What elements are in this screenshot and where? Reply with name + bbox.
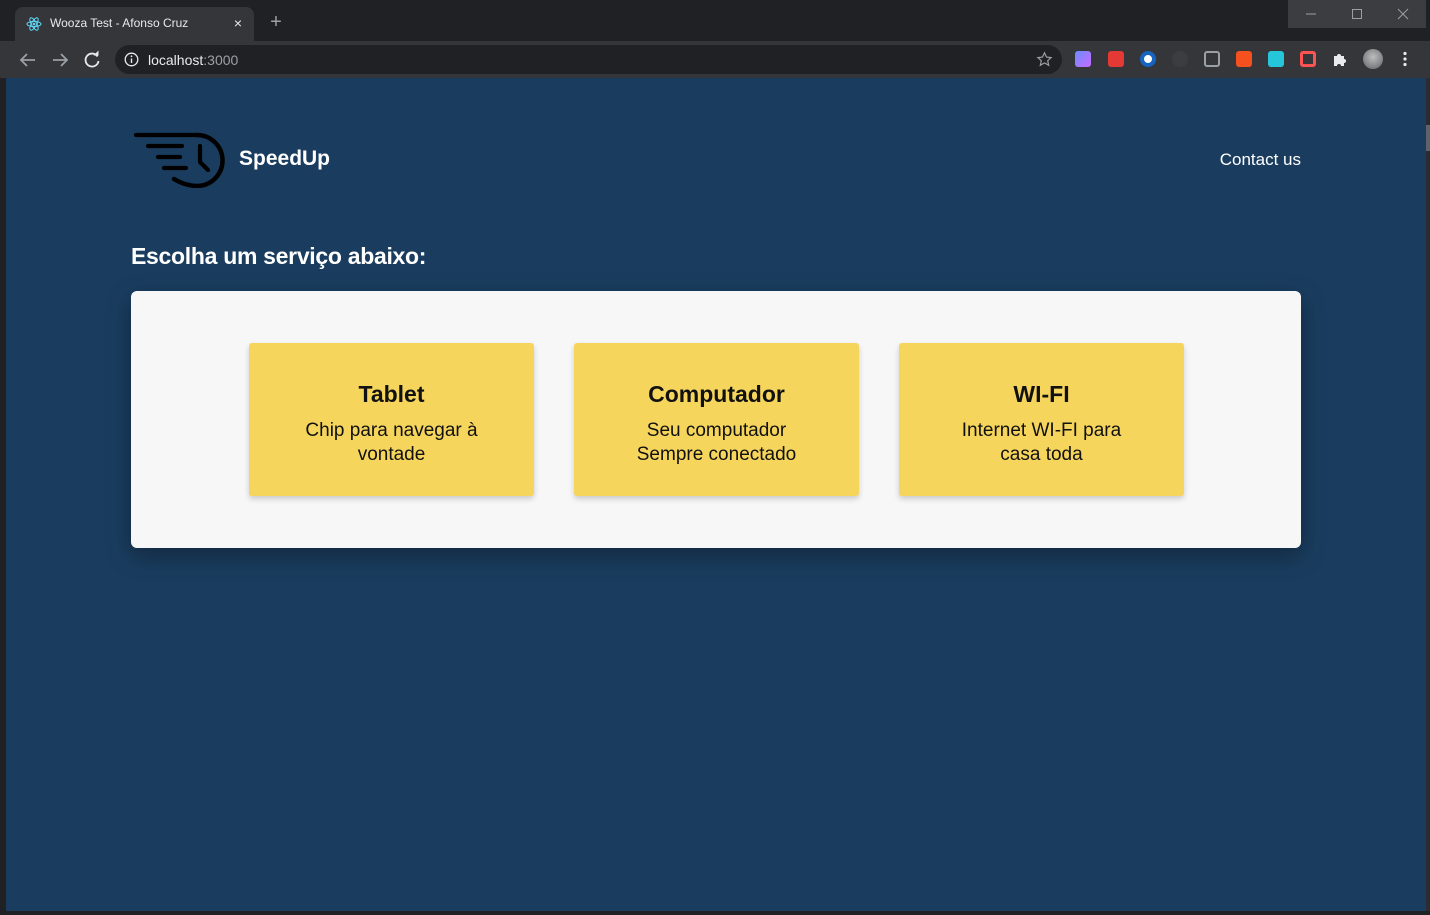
service-card-description: Seu computador Sempre conectado — [636, 420, 797, 465]
minimize-button[interactable] — [1288, 0, 1334, 28]
services-panel: Tablet Chip para navegar à vontade Compu… — [131, 291, 1301, 548]
avatar[interactable] — [1363, 49, 1383, 69]
tab-title: Wooza Test - Afonso Cruz — [50, 16, 189, 30]
scrollbar-thumb[interactable] — [1426, 125, 1430, 151]
react-icon — [26, 17, 42, 31]
service-card-title: WI-FI — [1013, 381, 1070, 407]
new-tab-button[interactable]: + — [266, 12, 286, 32]
speed-clock-logo-icon — [134, 132, 225, 188]
purple-ext-icon[interactable] — [1075, 51, 1091, 67]
bookmark-star-icon[interactable] — [1036, 51, 1053, 68]
service-card-tablet[interactable]: Tablet Chip para navegar à vontade — [249, 343, 534, 496]
close-window-button[interactable] — [1380, 0, 1426, 28]
url-host: localhost — [148, 52, 204, 68]
url-text: localhost:3000 — [148, 52, 238, 68]
code-ext-icon[interactable] — [1204, 51, 1220, 67]
browser-tab[interactable]: Wooza Test - Afonso Cruz × — [15, 7, 254, 41]
puzzle-icon[interactable] — [1332, 51, 1348, 67]
maximize-button[interactable] — [1334, 0, 1380, 28]
service-card-title: Tablet — [358, 381, 425, 407]
tab-close-icon[interactable]: × — [229, 14, 247, 32]
browser-menu-icon[interactable] — [1396, 50, 1414, 68]
reload-icon[interactable] — [81, 49, 103, 71]
site-info-icon[interactable] — [124, 52, 139, 67]
p-ext-icon[interactable] — [1300, 51, 1316, 67]
service-card-computador[interactable]: Computador Seu computador Sempre conecta… — [574, 343, 859, 496]
close-window-icon — [1397, 8, 1409, 20]
minimize-icon — [1306, 13, 1316, 15]
url-port: :3000 — [203, 52, 239, 68]
service-card-title: Computador — [648, 381, 785, 407]
off-badge-ext-icon[interactable] — [1236, 51, 1252, 67]
contact-us-link[interactable]: Contact us — [1220, 150, 1301, 170]
back-arrow-icon[interactable] — [17, 49, 39, 71]
gray-ext-icon[interactable] — [1172, 51, 1188, 67]
service-card-description: Internet WI-FI para casa toda — [961, 420, 1122, 465]
page-scrollbar[interactable] — [1426, 78, 1430, 911]
browser-titlebar: Wooza Test - Afonso Cruz × + — [0, 0, 1430, 41]
address-bar[interactable]: localhost:3000 — [115, 45, 1062, 74]
forward-arrow-icon[interactable] — [49, 49, 71, 71]
red-ext-icon[interactable] — [1108, 51, 1124, 67]
service-card-description: Chip para navegar à vontade — [305, 420, 478, 465]
window-bottom-edge — [0, 911, 1430, 915]
blue-circle-ext-icon[interactable] — [1140, 51, 1156, 67]
teal-ext-icon[interactable] — [1268, 51, 1284, 67]
brand-name: SpeedUp — [239, 147, 331, 170]
browser-toolbar: localhost:3000 — [0, 41, 1430, 78]
service-card-wifi[interactable]: WI-FI Internet WI-FI para casa toda — [899, 343, 1184, 496]
maximize-icon — [1352, 9, 1362, 19]
page-heading: Escolha um serviço abaixo: — [131, 243, 427, 269]
page-viewport: SpeedUp Contact us Escolha um serviço ab… — [6, 78, 1426, 911]
